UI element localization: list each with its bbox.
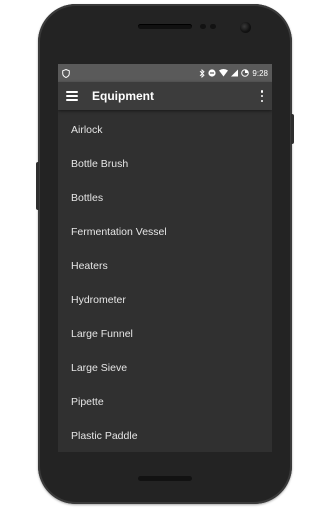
overflow-menu-icon[interactable]: [260, 90, 264, 102]
equipment-list: Airlock Bottle Brush Bottles Fermentatio…: [58, 113, 272, 452]
phone-frame: 9:28 Equipment Airlock Bottle Brush Bott…: [36, 4, 294, 504]
shield-icon: [62, 68, 70, 78]
status-time: 9:28: [252, 68, 268, 78]
do-not-disturb-icon: [208, 69, 217, 77]
screen: 9:28 Equipment Airlock Bottle Brush Bott…: [58, 64, 272, 452]
hamburger-menu-icon[interactable]: [66, 91, 78, 101]
volume-button: [36, 162, 39, 210]
list-item[interactable]: Pipette: [58, 385, 272, 419]
light-sensor: [210, 24, 216, 29]
battery-icon: [241, 69, 250, 77]
list-item[interactable]: Bottles: [58, 181, 272, 215]
list-item[interactable]: Heaters: [58, 249, 272, 283]
list-item[interactable]: Hydrometer: [58, 283, 272, 317]
app-toolbar: Equipment: [58, 82, 272, 110]
list-item[interactable]: Bottle Brush: [58, 147, 272, 181]
earpiece-speaker: [138, 24, 192, 29]
power-button: [291, 114, 294, 144]
list-item[interactable]: Large Funnel: [58, 317, 272, 351]
status-bar: 9:28: [58, 64, 272, 82]
list-item[interactable]: Fermentation Vessel: [58, 215, 272, 249]
bluetooth-icon: [200, 68, 206, 78]
proximity-sensor: [200, 24, 206, 29]
list-item[interactable]: Plastic Paddle: [58, 419, 272, 452]
list-item[interactable]: Large Sieve: [58, 351, 272, 385]
bottom-speaker: [138, 476, 192, 481]
list-item[interactable]: Airlock: [58, 113, 272, 147]
front-camera: [240, 22, 251, 33]
signal-icon: [231, 69, 239, 77]
wifi-icon: [219, 69, 229, 77]
page-title: Equipment: [92, 89, 154, 103]
